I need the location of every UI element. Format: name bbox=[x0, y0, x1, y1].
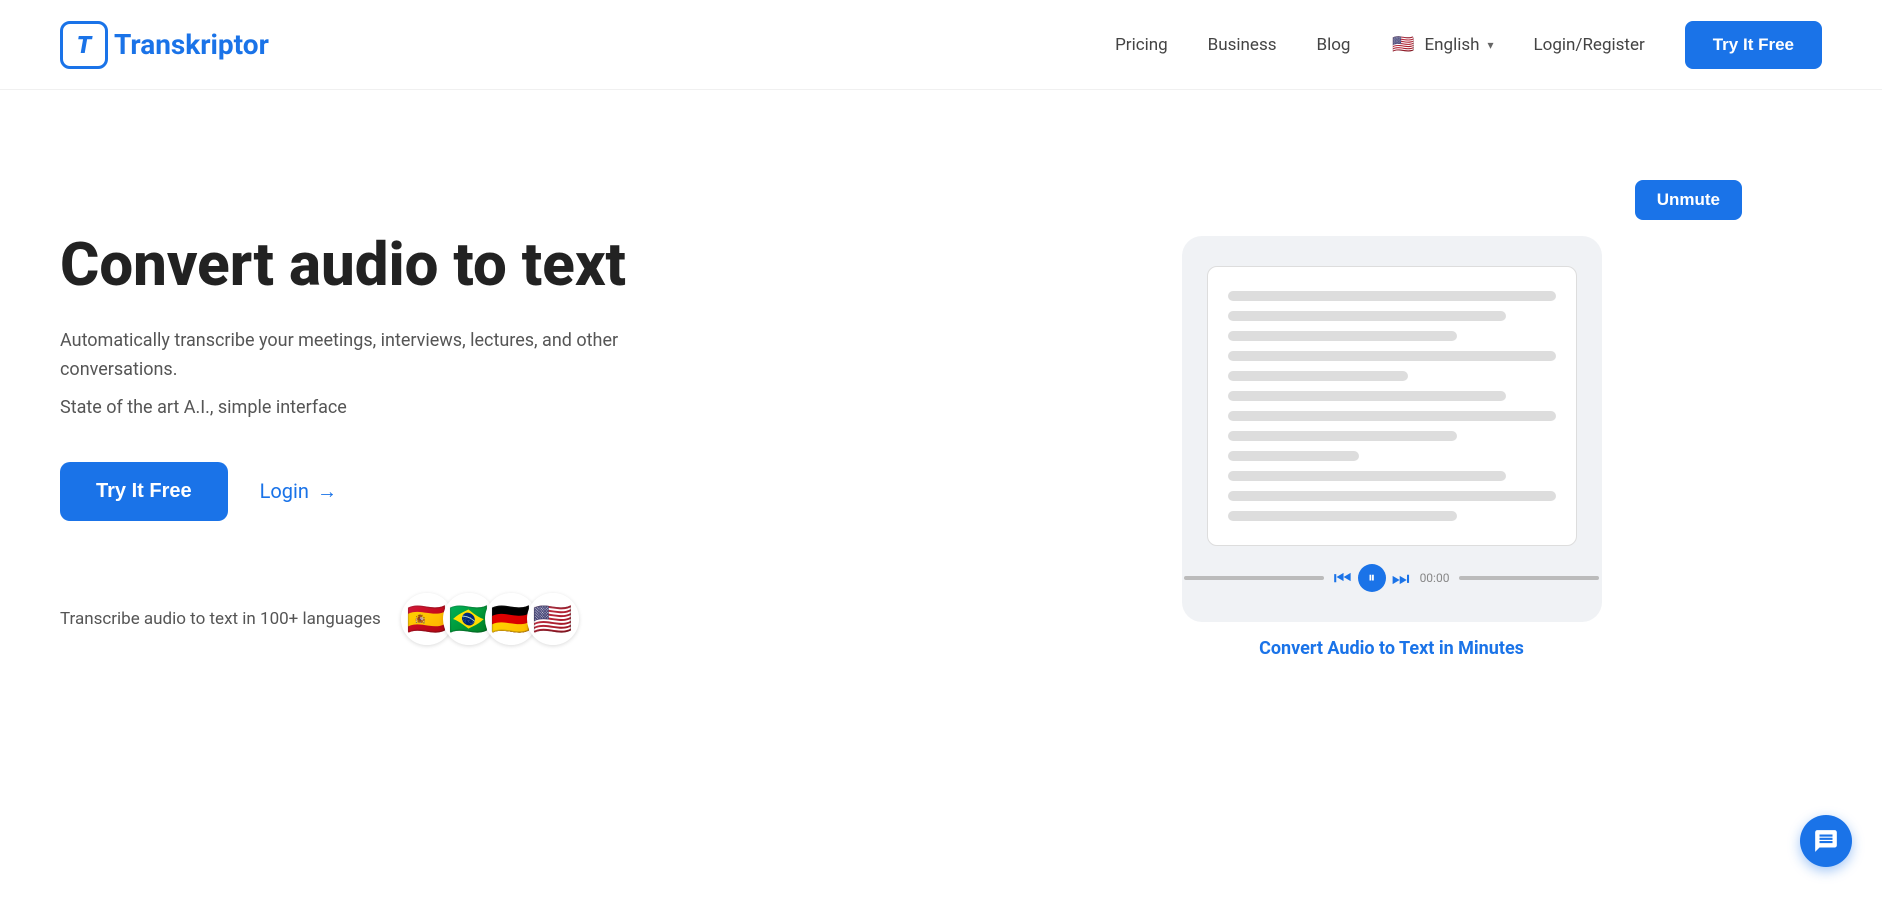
hero-left: Convert audio to text Automatically tran… bbox=[60, 170, 961, 645]
flags-group: 🇪🇸 🇧🇷 🇩🇪 🇺🇸 bbox=[401, 593, 579, 645]
transcript-line bbox=[1228, 371, 1408, 381]
lang-flag: 🇺🇸 bbox=[1390, 32, 1416, 58]
hero-login-link[interactable]: Login → bbox=[260, 479, 337, 504]
hero-actions: Try It Free Login → bbox=[60, 462, 921, 521]
lang-label: English bbox=[1424, 35, 1479, 55]
transcript-line bbox=[1228, 471, 1507, 481]
logo-icon: T bbox=[60, 21, 108, 69]
chat-support-button[interactable] bbox=[1800, 815, 1852, 867]
chat-icon bbox=[1813, 828, 1839, 854]
playback-time: 00:00 bbox=[1420, 571, 1450, 585]
nav-pricing[interactable]: Pricing bbox=[1115, 35, 1168, 55]
arrow-icon: → bbox=[317, 479, 337, 504]
nav-login[interactable]: Login/Register bbox=[1534, 35, 1645, 55]
chevron-down-icon: ▾ bbox=[1487, 38, 1493, 52]
playback-controls[interactable]: ⏮ ⏸ ⏭ bbox=[1334, 564, 1410, 592]
nav-links: Pricing Business Blog 🇺🇸 English ▾ Login… bbox=[1115, 21, 1822, 69]
playback-bar: ⏮ ⏸ ⏭ 00:00 bbox=[1184, 564, 1600, 592]
hero-section: Convert audio to text Automatically tran… bbox=[0, 90, 1882, 870]
transcript-line bbox=[1228, 511, 1458, 521]
hero-languages: Transcribe audio to text in 100+ languag… bbox=[60, 593, 921, 645]
nav-blog[interactable]: Blog bbox=[1317, 35, 1351, 55]
language-selector[interactable]: 🇺🇸 English ▾ bbox=[1390, 32, 1493, 58]
hero-cta-button[interactable]: Try It Free bbox=[60, 462, 228, 521]
transcript-box bbox=[1207, 266, 1577, 546]
transcript-line bbox=[1228, 491, 1556, 501]
progress-bar bbox=[1184, 576, 1324, 580]
logo[interactable]: T Transkriptor bbox=[60, 21, 269, 69]
nav-cta-button[interactable]: Try It Free bbox=[1685, 21, 1822, 69]
lang-support-text: Transcribe audio to text in 100+ languag… bbox=[60, 609, 381, 629]
hero-right: Unmute ⏮ ⏸ bbox=[961, 170, 1822, 659]
transcript-line bbox=[1228, 451, 1359, 461]
hero-subtitle1: Automatically transcribe your meetings, … bbox=[60, 327, 620, 385]
transcript-line bbox=[1228, 351, 1556, 361]
pause-icon[interactable]: ⏸ bbox=[1358, 564, 1386, 592]
transcript-line bbox=[1228, 331, 1458, 341]
logo-text: Transkriptor bbox=[114, 28, 269, 61]
flag-english: 🇺🇸 bbox=[527, 593, 579, 645]
transcript-line bbox=[1228, 411, 1556, 421]
rewind-icon[interactable]: ⏮ bbox=[1334, 566, 1352, 590]
video-card: ⏮ ⏸ ⏭ 00:00 bbox=[1182, 236, 1602, 622]
transcript-line bbox=[1228, 431, 1458, 441]
fast-forward-icon[interactable]: ⏭ bbox=[1392, 566, 1410, 590]
transcript-line bbox=[1228, 391, 1507, 401]
hero-subtitle2: State of the art A.I., simple interface bbox=[60, 397, 921, 418]
nav-business[interactable]: Business bbox=[1208, 35, 1277, 55]
hero-title: Convert audio to text bbox=[60, 230, 921, 299]
transcript-line bbox=[1228, 291, 1556, 301]
video-caption: Convert Audio to Text in Minutes bbox=[1259, 638, 1524, 659]
transcript-line bbox=[1228, 311, 1507, 321]
unmute-button[interactable]: Unmute bbox=[1635, 180, 1742, 220]
navbar: T Transkriptor Pricing Business Blog 🇺🇸 … bbox=[0, 0, 1882, 90]
progress-bar-right bbox=[1459, 576, 1599, 580]
